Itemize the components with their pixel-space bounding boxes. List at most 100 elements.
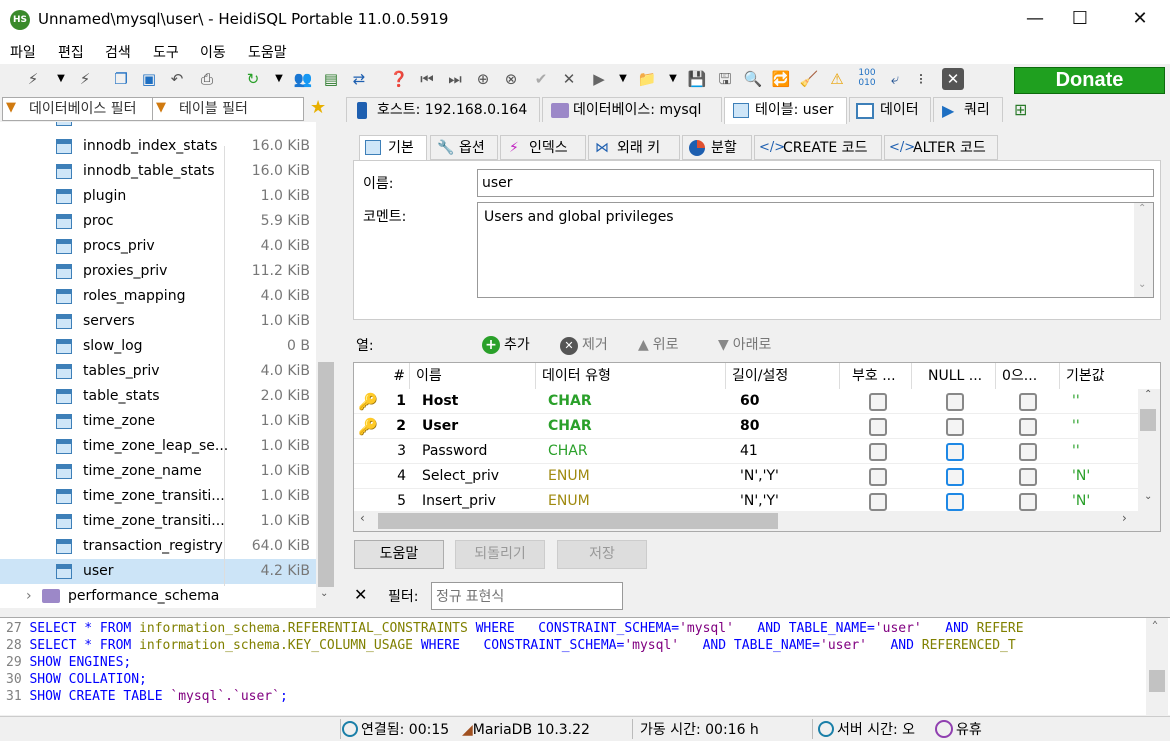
- find-icon[interactable]: 🔍: [742, 68, 764, 90]
- new-query-tab-icon[interactable]: ⊞: [1014, 100, 1027, 119]
- tab-basic[interactable]: 기본: [359, 135, 427, 161]
- tree-table-item[interactable]: table_stats 2.0 KiB: [0, 384, 316, 409]
- grid-header-length[interactable]: 길이/설정: [726, 363, 840, 389]
- unsigned-checkbox[interactable]: [869, 393, 887, 411]
- close-button[interactable]: ✕: [1113, 0, 1167, 40]
- export-icon[interactable]: ▤: [320, 68, 342, 90]
- tree-table-item[interactable]: innodb_table_stats 16.0 KiB: [0, 159, 316, 184]
- grid-header-name[interactable]: 이름: [410, 363, 536, 389]
- more-icon[interactable]: ⁝: [910, 68, 932, 90]
- tree-table-item[interactable]: time_zone_name 1.0 KiB: [0, 459, 316, 484]
- tab-create-code[interactable]: </> CREATE 코드: [754, 135, 882, 160]
- menu-file[interactable]: 파일: [10, 42, 36, 62]
- refresh-dropdown-icon[interactable]: ▼: [268, 68, 290, 90]
- open-folder-icon[interactable]: 📁: [636, 68, 658, 90]
- grid-header-zerofill[interactable]: 0으...: [996, 363, 1060, 389]
- comment-textarea[interactable]: Users and global privileges: [477, 202, 1154, 298]
- print-icon[interactable]: ⎙: [196, 68, 218, 90]
- stop-icon[interactable]: ✕: [942, 68, 964, 90]
- comment-scrollbar[interactable]: ⌃ ⌄: [1134, 203, 1153, 297]
- unsigned-checkbox[interactable]: [869, 418, 887, 436]
- column-type[interactable]: CHAR: [548, 439, 588, 464]
- remove-column-button[interactable]: ✕ 제거: [560, 334, 608, 355]
- sql-line[interactable]: 30 SHOW COLLATION;: [6, 671, 147, 688]
- paste-icon[interactable]: ▣: [138, 68, 160, 90]
- tab-options[interactable]: 🔧 옵션: [430, 135, 498, 160]
- tab-indexes[interactable]: ⚡ 인덱스: [500, 135, 586, 160]
- tab-host[interactable]: 호스트: 192.168.0.164: [346, 97, 540, 122]
- allow-null-checkbox[interactable]: [946, 493, 964, 511]
- open-dropdown-icon[interactable]: ▼: [662, 68, 684, 90]
- post-icon[interactable]: ✔: [530, 68, 552, 90]
- column-type[interactable]: CHAR: [548, 414, 592, 439]
- help-icon[interactable]: ❓: [388, 68, 410, 90]
- column-default[interactable]: '': [1072, 414, 1080, 439]
- tab-query[interactable]: ▶ 쿼리: [933, 97, 1003, 122]
- table-name-input[interactable]: user: [477, 169, 1154, 197]
- tree-table-item[interactable]: plugin 1.0 KiB: [0, 184, 316, 209]
- grid-vscrollbar[interactable]: ⌃ ⌄: [1138, 389, 1160, 511]
- wrap-icon[interactable]: ⤶: [884, 68, 906, 90]
- tree-table-item[interactable]: slow_log 0 B: [0, 334, 316, 359]
- zerofill-checkbox[interactable]: [1019, 493, 1037, 511]
- tab-partitions[interactable]: 분할: [682, 135, 752, 160]
- column-name[interactable]: User: [422, 414, 458, 439]
- tab-database[interactable]: 데이터베이스: mysql: [542, 97, 722, 122]
- copy-icon[interactable]: ❐: [110, 68, 132, 90]
- format-icon[interactable]: 🧹: [798, 68, 820, 90]
- column-length[interactable]: 80: [740, 414, 759, 439]
- warning-icon[interactable]: ⚠: [826, 68, 848, 90]
- zerofill-checkbox[interactable]: [1019, 443, 1037, 461]
- database-filter-input[interactable]: 데이터베이스 필터: [2, 97, 154, 121]
- star-icon[interactable]: ★: [310, 97, 326, 118]
- disconnect-icon[interactable]: ⚡: [74, 68, 96, 90]
- allow-null-checkbox[interactable]: [946, 443, 964, 461]
- tree-table-item[interactable]: servers 1.0 KiB: [0, 309, 316, 334]
- run-dropdown-icon[interactable]: ▼: [612, 68, 634, 90]
- tree-scrollbar[interactable]: ⌄: [316, 122, 336, 608]
- grid-header-num[interactable]: #: [354, 363, 410, 389]
- tree-table-item[interactable]: time_zone 1.0 KiB: [0, 409, 316, 434]
- column-length[interactable]: 60: [740, 389, 759, 414]
- first-icon[interactable]: ⏮: [416, 68, 438, 90]
- users-icon[interactable]: 👥: [292, 68, 314, 90]
- filter-input[interactable]: [431, 582, 623, 610]
- tab-alter-code[interactable]: </> ALTER 코드: [884, 135, 998, 160]
- column-type[interactable]: ENUM: [548, 464, 590, 489]
- sql-scrollbar[interactable]: ⌃: [1146, 618, 1168, 715]
- zerofill-checkbox[interactable]: [1019, 393, 1037, 411]
- tree-table-item[interactable]: proxies_priv 11.2 KiB: [0, 259, 316, 284]
- add-column-button[interactable]: + 추가: [482, 334, 530, 354]
- table-row[interactable]: 🔑 2 User CHAR 80 '': [354, 414, 1138, 439]
- sql-line[interactable]: 28 SELECT * FROM information_schema.KEY_…: [6, 637, 1016, 654]
- binary-icon[interactable]: 100 010: [856, 68, 878, 90]
- column-type[interactable]: CHAR: [548, 389, 592, 414]
- menu-search[interactable]: 검색: [105, 42, 131, 62]
- move-down-button[interactable]: ▼ 아래로: [718, 334, 771, 354]
- unsigned-checkbox[interactable]: [869, 443, 887, 461]
- tree-table-item[interactable]: time_zone_transiti... 1.0 KiB: [0, 509, 316, 534]
- column-default[interactable]: '': [1072, 389, 1080, 414]
- save-file-icon[interactable]: 💾: [686, 68, 708, 90]
- tab-table[interactable]: 테이블: user: [724, 97, 847, 124]
- grid-hscrollbar[interactable]: ‹ ›: [354, 511, 1160, 531]
- run-icon[interactable]: ▶: [588, 68, 610, 90]
- maximize-button[interactable]: ☐: [1053, 0, 1107, 40]
- table-filter-input[interactable]: 테이블 필터: [152, 97, 304, 121]
- add-row-icon[interactable]: ⊕: [472, 68, 494, 90]
- tree-table-item[interactable]: procs_priv 4.0 KiB: [0, 234, 316, 259]
- tree-table-item[interactable]: time_zone_transiti... 1.0 KiB: [0, 484, 316, 509]
- save-button[interactable]: 저장: [557, 540, 647, 569]
- sql-line[interactable]: 27 SELECT * FROM information_schema.REFE…: [6, 620, 1024, 637]
- dropdown-arrow-icon[interactable]: ▼: [50, 68, 72, 90]
- menu-goto[interactable]: 이동: [200, 42, 226, 62]
- tree-table-item[interactable]: innodb_index_stats 16.0 KiB: [0, 134, 316, 159]
- move-up-button[interactable]: ▲ 위로: [638, 334, 679, 354]
- replace-icon[interactable]: 🔁: [770, 68, 792, 90]
- donate-button[interactable]: Donate: [1014, 67, 1165, 94]
- zerofill-checkbox[interactable]: [1019, 468, 1037, 486]
- refresh-icon[interactable]: ↻: [242, 68, 264, 90]
- close-filter-icon[interactable]: ✕: [354, 585, 367, 604]
- column-name[interactable]: Host: [422, 389, 458, 414]
- column-length[interactable]: 'N','Y': [740, 464, 779, 489]
